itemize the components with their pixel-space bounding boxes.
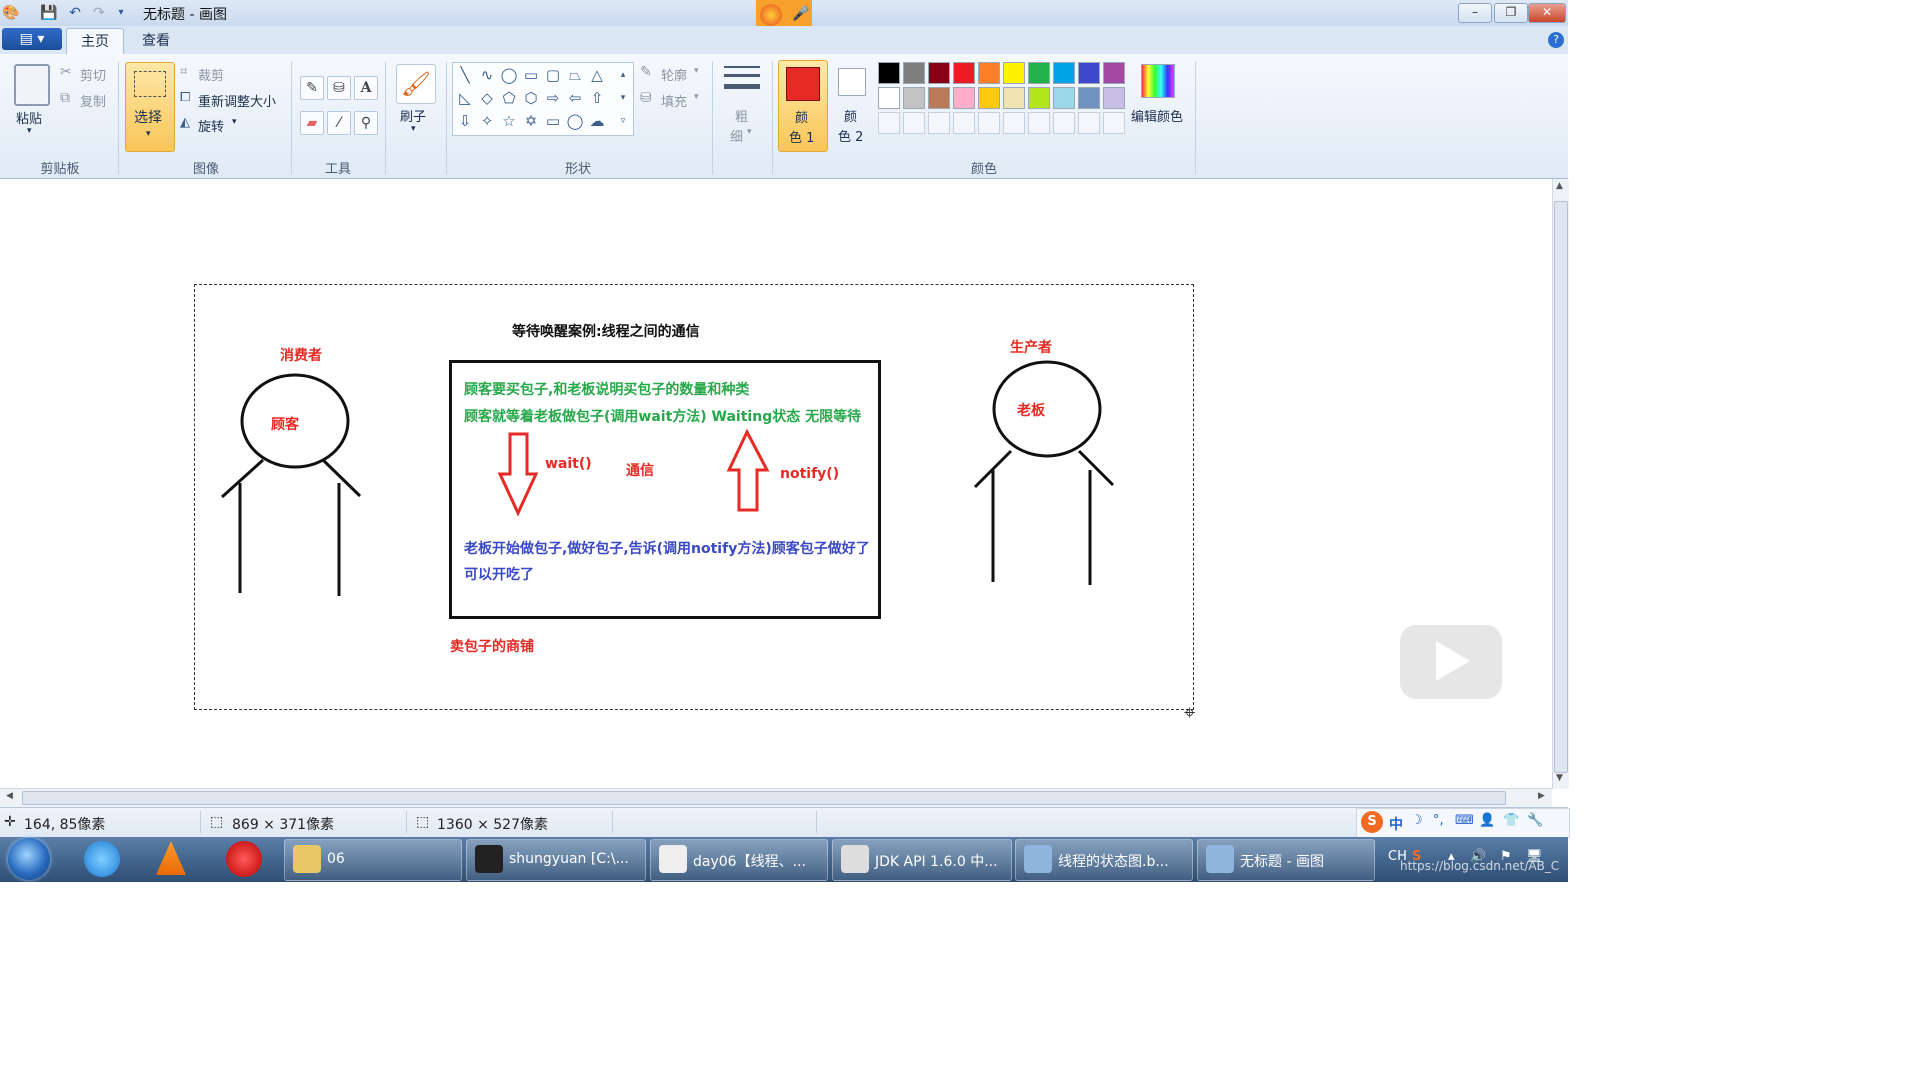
- start-button[interactable]: [8, 838, 50, 880]
- play-icon: [1436, 641, 1470, 681]
- image-size-icon: ⬚: [416, 814, 430, 830]
- divider: [612, 811, 613, 833]
- consumer-figure: [220, 373, 362, 596]
- horizontal-scrollbar[interactable]: ◀ ▶: [0, 788, 1552, 807]
- notify-label: notify(): [780, 466, 840, 482]
- taskbar: 06 shungyuan [C:\... day06【线程、... JDK API 1…: [0, 837, 1568, 882]
- taskbar-item[interactable]: 线程的状态图.b...: [1015, 839, 1193, 881]
- moon-icon[interactable]: ☽: [1411, 813, 1423, 828]
- intellij-icon: [475, 845, 503, 873]
- record-app-icon[interactable]: [226, 841, 262, 877]
- keyboard-icon[interactable]: ⌨: [1455, 813, 1474, 828]
- taskbar-item-label: day06【线程、...: [693, 854, 806, 870]
- user-icon[interactable]: 👤: [1479, 813, 1495, 828]
- watermark-text: https://blog.csdn.net/AB_C: [1400, 859, 1560, 873]
- wait-label: wait(): [545, 456, 592, 472]
- video-play-overlay[interactable]: [1400, 625, 1502, 699]
- taskbar-item[interactable]: shungyuan [C:\...: [466, 839, 646, 881]
- step4-text: 可以开吃了: [464, 567, 534, 583]
- horizontal-scroll-thumb[interactable]: [22, 791, 1506, 805]
- sogou-icon[interactable]: S: [1361, 811, 1383, 833]
- scroll-right-icon[interactable]: ▶: [1538, 791, 1545, 801]
- producer-name: 老板: [1017, 403, 1045, 419]
- producer-figure: [973, 360, 1115, 585]
- communication-label: 通信: [626, 463, 654, 479]
- step2-text: 顾客就等着老板做包子(调用wait方法) Waiting状态 无限等待: [464, 409, 862, 425]
- wrench-icon[interactable]: 🔧: [1527, 813, 1543, 828]
- image-size: 1360 × 527像素: [437, 817, 548, 833]
- status-bar: ✛ 164, 85像素 ⬚ 869 × 371像素 ⬚ 1360 × 527像素: [0, 807, 1568, 838]
- consumer-name: 顾客: [271, 417, 299, 433]
- step3-text: 老板开始做包子,做好包子,告诉(调用notify方法)顾客包子做好了: [464, 541, 870, 557]
- taskbar-item-label: shungyuan [C:\...: [509, 851, 629, 867]
- paint-app-icon: [1024, 845, 1052, 873]
- punctuation-icon[interactable]: °,: [1433, 813, 1444, 828]
- internet-explorer-icon[interactable]: [84, 841, 120, 877]
- selection-size: 869 × 371像素: [232, 817, 335, 833]
- scroll-down-icon[interactable]: ▼: [1556, 773, 1563, 783]
- cursor-position: 164, 85像素: [24, 817, 106, 833]
- divider: [200, 811, 201, 833]
- skin-icon[interactable]: 👕: [1503, 813, 1519, 828]
- divider: [816, 811, 817, 833]
- scroll-left-icon[interactable]: ◀: [6, 791, 13, 801]
- taskbar-item-label: 无标题 - 画图: [1240, 854, 1324, 870]
- vertical-scrollbar[interactable]: ▲ ▼: [1552, 179, 1569, 789]
- ime-mode[interactable]: 中: [1389, 814, 1403, 834]
- vlc-icon[interactable]: [156, 841, 186, 875]
- taskbar-item-label: 06: [327, 851, 345, 867]
- scroll-up-icon[interactable]: ▲: [1556, 181, 1563, 191]
- paint-app-icon: [1206, 845, 1234, 873]
- folder-icon: [293, 845, 321, 873]
- taskbar-item-label: 线程的状态图.b...: [1058, 854, 1169, 870]
- taskbar-item[interactable]: day06【线程、...: [650, 839, 828, 881]
- divider: [406, 811, 407, 833]
- step1-text: 顾客要买包子,和老板说明买包子的数量和种类: [464, 382, 750, 398]
- text-editor-icon: [659, 845, 687, 873]
- help-doc-icon: [841, 845, 869, 873]
- selection-size-icon: ⬚: [210, 814, 224, 830]
- vertical-scroll-thumb[interactable]: [1554, 201, 1568, 773]
- crosshair-cursor-icon: ⌖: [1184, 700, 1196, 724]
- taskbar-item-label: JDK API 1.6.0 中...: [875, 854, 998, 870]
- cursor-position-icon: ✛: [4, 814, 16, 830]
- taskbar-item[interactable]: 06: [284, 839, 462, 881]
- ime-toolbar[interactable]: S 中 ☽ °, ⌨ 👤 👕 🔧: [1356, 808, 1570, 838]
- taskbar-item[interactable]: 无标题 - 画图: [1197, 839, 1375, 881]
- taskbar-item[interactable]: JDK API 1.6.0 中...: [832, 839, 1012, 881]
- shop-label: 卖包子的商铺: [450, 639, 534, 655]
